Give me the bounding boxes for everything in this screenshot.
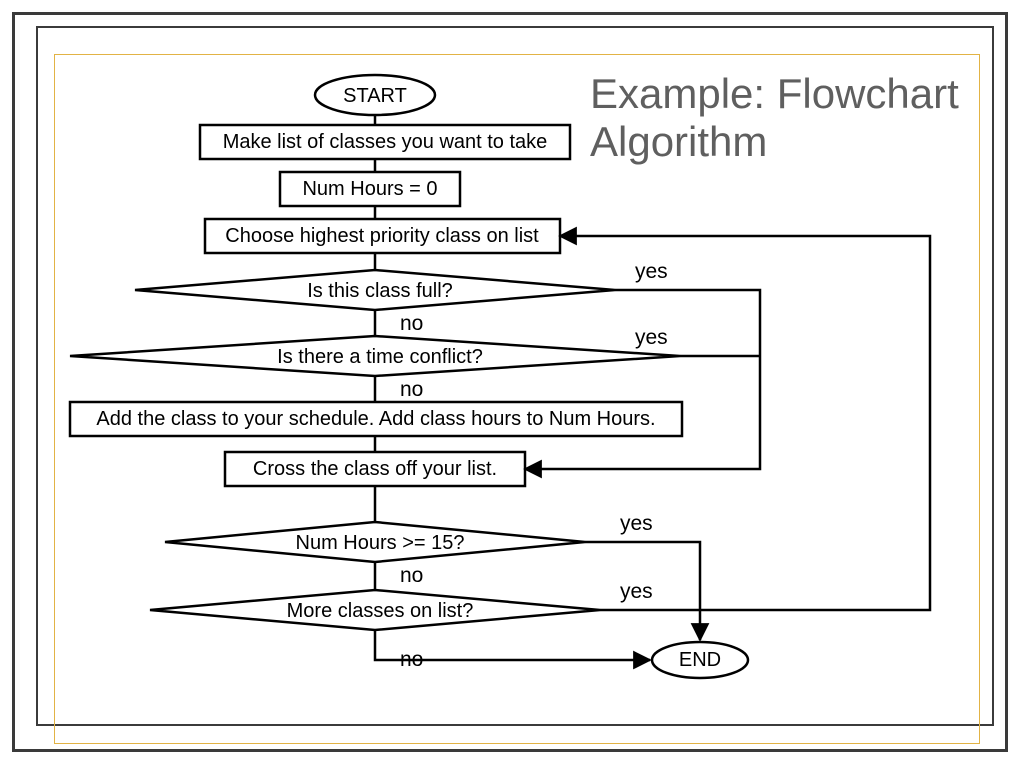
node-add-class: Add the class to your schedule. Add clas… (70, 402, 682, 436)
node-end-label: END (679, 649, 721, 671)
node-num-hours-zero-label: Num Hours = 0 (302, 178, 437, 200)
node-time-conflict: Is there a time conflict? (70, 336, 680, 376)
label-yes-2: yes (635, 326, 668, 349)
flowchart-canvas: START Make list of classes you want to t… (0, 0, 1024, 768)
node-more-classes-label: More classes on list? (287, 600, 474, 622)
node-num-hours-zero: Num Hours = 0 (280, 172, 460, 206)
node-add-class-label: Add the class to your schedule. Add clas… (96, 408, 655, 430)
node-more-classes: More classes on list? (150, 590, 600, 630)
node-time-conflict-label: Is there a time conflict? (277, 346, 483, 368)
node-start-label: START (343, 85, 407, 107)
label-no-2: no (400, 378, 423, 401)
label-no-3: no (400, 564, 423, 587)
node-choose-class-label: Choose highest priority class on list (225, 225, 539, 247)
node-hours-gte-15: Num Hours >= 15? (165, 522, 585, 562)
label-yes-3: yes (620, 512, 653, 535)
node-cross-off-label: Cross the class off your list. (253, 458, 497, 480)
edge-dec1-yes (525, 290, 760, 469)
node-end: END (652, 642, 748, 678)
node-make-list-label: Make list of classes you want to take (223, 131, 548, 153)
node-choose-class: Choose highest priority class on list (205, 219, 560, 253)
node-class-full: Is this class full? (135, 270, 615, 310)
label-yes-4: yes (620, 580, 653, 603)
label-yes-1: yes (635, 260, 668, 283)
label-no-1: no (400, 312, 423, 335)
node-cross-off: Cross the class off your list. (225, 452, 525, 486)
node-hours-gte-15-label: Num Hours >= 15? (296, 532, 465, 554)
node-make-list: Make list of classes you want to take (200, 125, 570, 159)
node-start: START (315, 75, 435, 115)
node-class-full-label: Is this class full? (307, 280, 453, 302)
